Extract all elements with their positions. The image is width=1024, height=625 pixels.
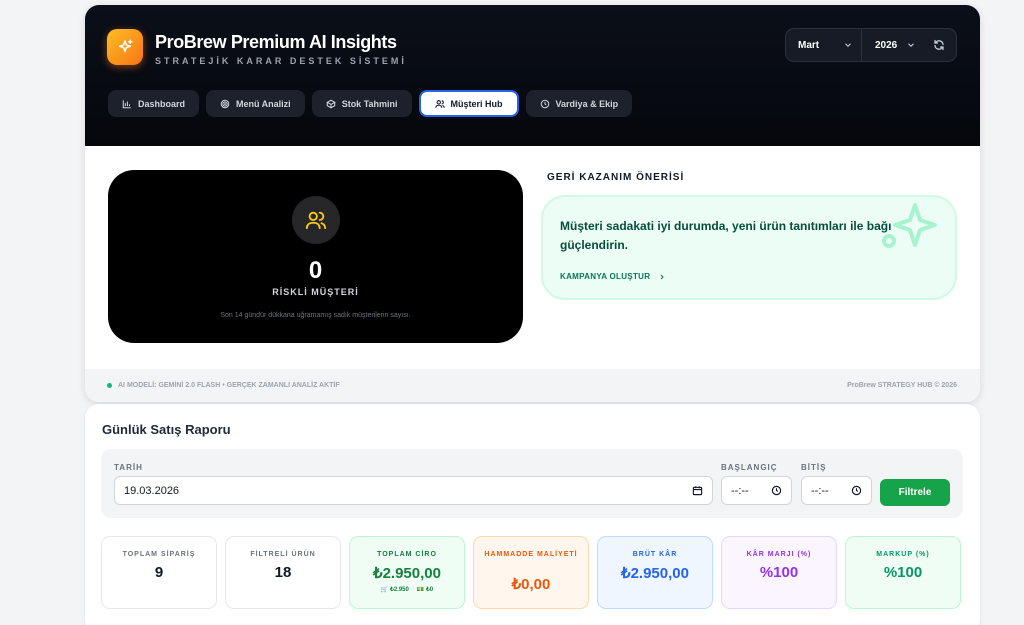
hub-tabs: Dashboard Menü Analizi Stok Tahmini Müşt…: [108, 90, 633, 117]
stat-total-revenue: TOPLAM CİRO ₺2.950,00 🛒 ₺2.950 💵 ₺0: [349, 536, 465, 609]
stat-value: ₺0,00: [511, 576, 551, 593]
revenue-breakdown: 🛒 ₺2.950 💵 ₺0: [350, 586, 464, 593]
stat-label: BRÜT KÂR: [632, 551, 678, 558]
clock-icon: [851, 485, 862, 496]
date-label: TARİH: [114, 463, 143, 472]
users-icon: [292, 196, 340, 244]
tab-label: Dashboard: [138, 98, 186, 109]
tab-shift-team[interactable]: Vardiya & Ekip: [525, 90, 633, 117]
daily-sales-report: Günlük Satış Raporu TARİH 19.03.2026 BAŞ…: [85, 404, 980, 625]
ai-model-text: AI MODELİ: GEMİNİ 2.0 FLASH • GERÇEK ZAM…: [118, 382, 340, 389]
stat-gross-profit: BRÜT KÂR ₺2.950,00: [597, 536, 713, 609]
status-dot: [107, 383, 112, 388]
date-value: 19.03.2026: [124, 484, 180, 497]
calendar-icon: [692, 486, 703, 496]
card-revenue-value: ₺2.950: [390, 587, 409, 593]
ai-insights-panel: ProBrew Premium AI Insights STRATEJİK KA…: [85, 5, 980, 402]
period-selector: Mart 2026: [785, 28, 957, 62]
report-filter-bar: TARİH 19.03.2026 BAŞLANGIÇ --:-- BİTİŞ -…: [101, 449, 963, 518]
stat-value: ₺2.950,00: [621, 565, 689, 582]
stat-value: %100: [759, 564, 799, 581]
clock-icon: [540, 99, 549, 108]
recommendation-text: Müşteri sadakati iyi durumda, yeni ürün …: [560, 219, 892, 252]
chevron-down-icon: [845, 43, 851, 47]
box-icon: [325, 99, 336, 108]
risky-customer-card: 0 RİSKLİ MÜŞTERİ Son 14 gündür dükkana u…: [108, 170, 523, 343]
tab-label: Stok Tahmini: [341, 98, 398, 109]
sales-stats: TOPLAM SİPARİŞ 9 FİLTRELİ ÜRÜN 18 TOPLAM…: [101, 536, 963, 609]
year-value: 2026: [875, 39, 898, 51]
stat-value: %100: [883, 564, 923, 581]
end-time-value: --:--: [811, 484, 829, 497]
cash-revenue-value: ₺0: [425, 587, 434, 593]
target-icon: [220, 99, 230, 108]
month-select[interactable]: Mart: [786, 29, 862, 61]
bar-chart-icon: [122, 99, 131, 108]
tab-label: Menü Analizi: [236, 98, 291, 109]
create-campaign-link[interactable]: KAMPANYA OLUŞTUR: [560, 272, 666, 281]
year-select[interactable]: 2026: [862, 29, 922, 61]
stat-label: TOPLAM CİRO: [377, 551, 437, 558]
tab-label: Vardiya & Ekip: [555, 98, 619, 109]
stat-material-cost: HAMMADDE MALİYETİ ₺0,00: [473, 536, 589, 609]
risky-customer-description: Son 14 gündür dükkana uğramamış sadık mü…: [220, 312, 411, 319]
month-value: Mart: [798, 39, 820, 51]
recommendation-title: GERİ KAZANIM ÖNERİSİ: [547, 172, 685, 183]
recommendation-card: Müşteri sadakati iyi durumda, yeni ürün …: [541, 195, 957, 300]
stat-value: 9: [154, 564, 164, 581]
tab-stock-forecast[interactable]: Stok Tahmini: [311, 90, 412, 117]
app-subtitle: STRATEJİK KARAR DESTEK SİSTEMİ: [155, 56, 407, 66]
refresh-icon: [934, 39, 944, 51]
filter-button[interactable]: Filtrele: [880, 479, 950, 506]
hub-header: ProBrew Premium AI Insights STRATEJİK KA…: [85, 5, 980, 146]
ai-model-status: AI MODELİ: GEMİNİ 2.0 FLASH • GERÇEK ZAM…: [107, 382, 340, 389]
create-campaign-label: KAMPANYA OLUŞTUR: [560, 272, 651, 281]
risky-customer-label: RİSKLİ MÜŞTERİ: [272, 287, 359, 297]
tab-menu-analysis[interactable]: Menü Analizi: [206, 90, 305, 117]
start-time-value: --:--: [731, 484, 749, 497]
app-title: ProBrew Premium AI Insights: [155, 32, 397, 52]
stat-filtered-products: FİLTRELİ ÜRÜN 18: [225, 536, 341, 609]
chevron-right-icon: [660, 274, 665, 279]
chevron-down-icon: [908, 43, 914, 47]
end-time-label: BİTİŞ: [801, 463, 827, 472]
start-time-label: BAŞLANGIÇ: [721, 463, 778, 472]
date-input[interactable]: 19.03.2026: [114, 476, 713, 505]
cash-revenue: 💵 ₺0: [416, 587, 434, 593]
card-revenue: 🛒 ₺2.950: [380, 587, 409, 593]
tab-label: Müşteri Hub: [450, 98, 503, 109]
report-title: Günlük Satış Raporu: [102, 422, 231, 437]
clock-icon: [771, 485, 782, 496]
stat-markup: MARKUP (%) %100: [845, 536, 961, 609]
stat-value: ₺2.950,00: [373, 565, 441, 582]
stat-value: 18: [274, 564, 292, 581]
stat-label: MARKUP (%): [876, 551, 930, 558]
tab-customer-hub[interactable]: Müşteri Hub: [418, 90, 519, 117]
stat-label: TOPLAM SİPARİŞ: [122, 551, 196, 558]
stat-profit-margin: KÂR MARJI (%) %100: [721, 536, 837, 609]
sparkles-icon: [107, 29, 143, 65]
hub-footer: AI MODELİ: GEMİNİ 2.0 FLASH • GERÇEK ZAM…: [85, 369, 980, 402]
stat-total-orders: TOPLAM SİPARİŞ 9: [101, 536, 217, 609]
stat-label: HAMMADDE MALİYETİ: [484, 551, 578, 558]
risky-customer-count: 0: [308, 257, 323, 284]
tab-dashboard[interactable]: Dashboard: [108, 90, 200, 117]
start-time-input[interactable]: --:--: [721, 476, 792, 505]
stat-label: FİLTRELİ ÜRÜN: [250, 551, 316, 558]
end-time-input[interactable]: --:--: [801, 476, 872, 505]
refresh-button[interactable]: [922, 29, 956, 61]
users-icon: [434, 99, 445, 108]
footer-brand: ProBrew STRATEGY HUB © 2026: [847, 382, 957, 389]
stat-label: KÂR MARJI (%): [746, 551, 812, 558]
